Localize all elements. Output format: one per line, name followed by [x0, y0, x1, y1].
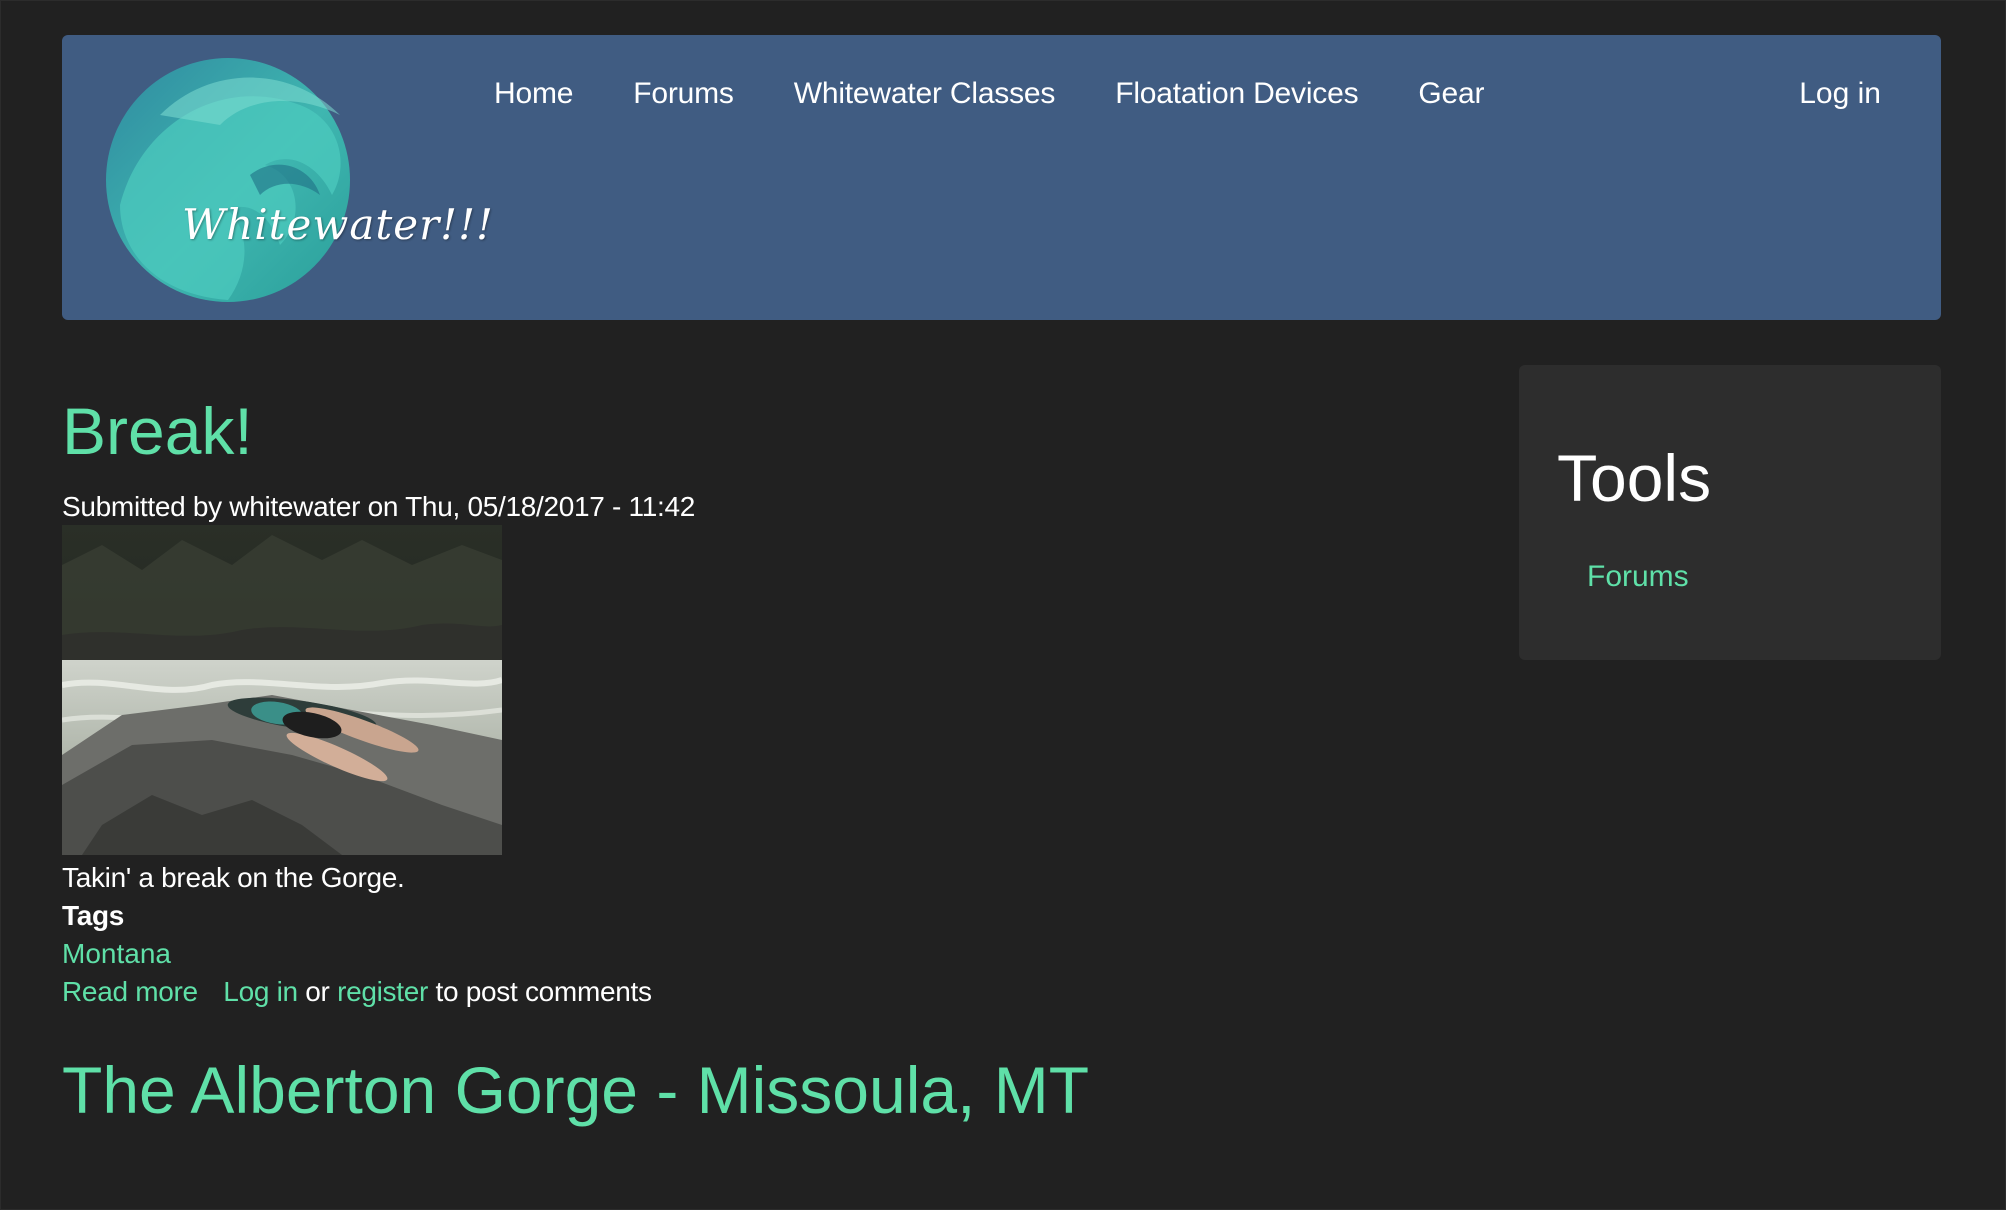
or-text: or	[305, 975, 330, 1007]
node-article-2: The Alberton Gorge - Missoula, MT	[62, 1054, 1462, 1127]
main-content: Break! Submitted by whitewater on Thu, 0…	[61, 395, 1462, 1127]
register-link[interactable]: register	[337, 976, 428, 1007]
node-title-link-2[interactable]: The Alberton Gorge - Missoula, MT	[62, 1054, 1089, 1127]
river-photo-image	[61, 525, 503, 856]
node-title-link[interactable]: Break!	[62, 395, 253, 468]
node-links: Read more Log in or register to post com…	[62, 973, 1462, 1011]
node-submitted: Submitted by whitewater on Thu, 05/18/20…	[62, 490, 696, 522]
sidebar-tools: Tools Forums	[1519, 365, 1941, 660]
nav-link-forums[interactable]: Forums	[633, 77, 734, 111]
site-header: Whitewater!!! Home Forums Whitewater Cla…	[62, 35, 1941, 320]
nav-link-whitewater-classes[interactable]: Whitewater Classes	[794, 77, 1056, 111]
sidebar-title: Tools	[1557, 441, 1712, 515]
node-article: Break! Submitted by whitewater on Thu, 0…	[61, 395, 1462, 1011]
node-image[interactable]	[61, 525, 503, 856]
nav-link-floatation-devices[interactable]: Floatation Devices	[1115, 77, 1358, 111]
nav-link-home[interactable]: Home	[494, 77, 573, 111]
post-comments-text: to post comments	[435, 975, 652, 1007]
site-logo[interactable]: Whitewater!!!	[100, 55, 493, 305]
tags-label: Tags	[62, 899, 125, 931]
read-more-link[interactable]: Read more	[62, 976, 198, 1007]
comment-login-link[interactable]: Log in	[223, 976, 298, 1007]
wave-logo-icon	[106, 58, 350, 302]
logo-text: Whitewater!!!	[182, 200, 494, 249]
node-body: Takin' a break on the Gorge.	[62, 862, 405, 894]
header-login-link[interactable]: Log in	[1799, 77, 1881, 111]
main-nav: Home Forums Whitewater Classes Floatatio…	[494, 77, 1544, 111]
sidebar-link-forums[interactable]: Forums	[1587, 560, 1689, 594]
tag-link-montana[interactable]: Montana	[62, 938, 171, 969]
nav-link-gear[interactable]: Gear	[1418, 77, 1484, 111]
tag-list: Montana	[62, 935, 1462, 973]
